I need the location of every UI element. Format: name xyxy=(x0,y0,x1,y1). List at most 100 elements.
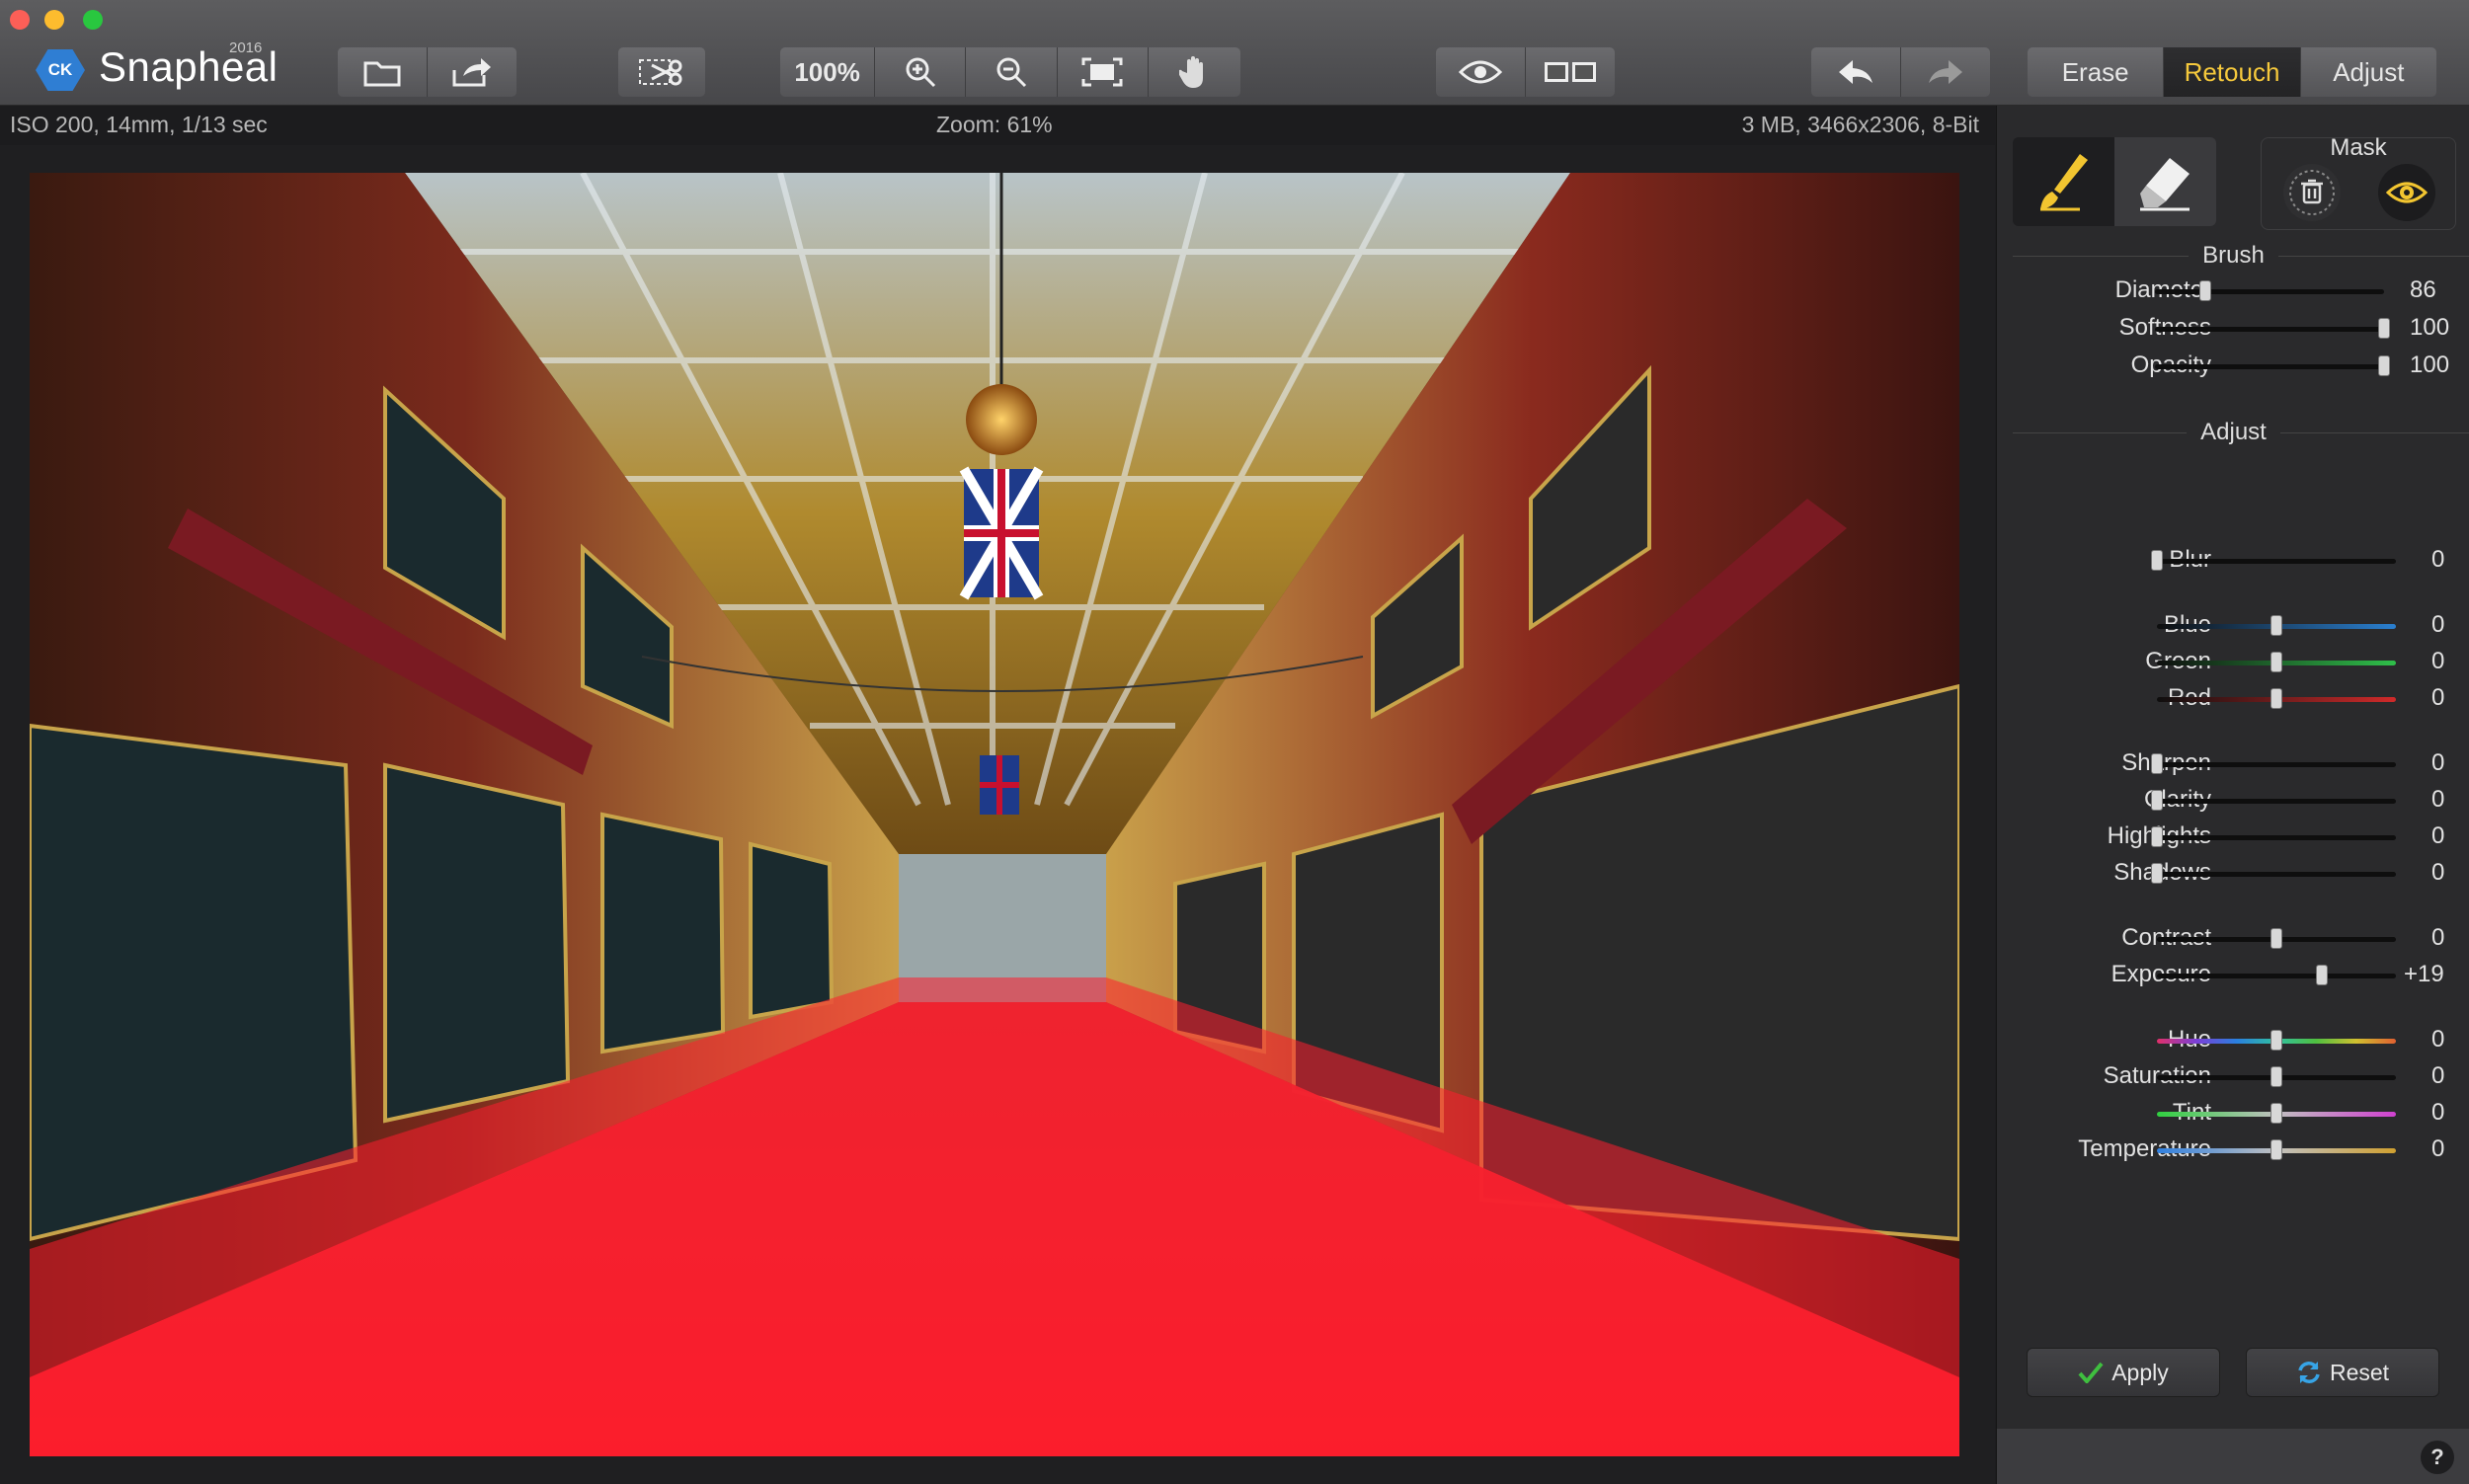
window-minimize-button[interactable] xyxy=(44,10,64,30)
app-year: 2016 xyxy=(229,39,263,56)
slider-value: 0 xyxy=(2431,749,2445,776)
opacity-slider[interactable] xyxy=(2155,364,2384,369)
arcade-photo xyxy=(30,173,1959,1456)
slider-thumb[interactable] xyxy=(2378,355,2390,376)
refresh-icon xyxy=(2298,1362,2320,1383)
pan-hand-button[interactable] xyxy=(1148,47,1240,97)
slider-thumb[interactable] xyxy=(2270,652,2282,672)
slider-thumb[interactable] xyxy=(2270,928,2282,949)
tab-erase[interactable]: Erase xyxy=(2028,47,2165,97)
zoom-out-icon xyxy=(996,57,1027,88)
slider-row-temperature: Temperature 0 xyxy=(1997,1135,2469,1165)
crop-button[interactable] xyxy=(618,47,705,97)
slider-value: 86 xyxy=(2410,276,2436,303)
slider-row-tint: Tint0 xyxy=(1997,1099,2469,1129)
split-view-button[interactable] xyxy=(1525,47,1615,97)
adjust-section-title: Adjust xyxy=(1997,419,2469,446)
sharpen-slider[interactable] xyxy=(2157,762,2396,767)
share-icon xyxy=(452,58,491,87)
slider-row-saturation: Saturation0 xyxy=(1997,1062,2469,1092)
slider-value: 0 xyxy=(2431,859,2445,886)
slider-thumb[interactable] xyxy=(2270,688,2282,709)
exposure-slider[interactable] xyxy=(2157,974,2396,978)
share-button[interactable] xyxy=(427,47,517,97)
fit-to-window-button[interactable] xyxy=(1057,47,1149,97)
slider-value: 0 xyxy=(2431,786,2445,813)
canvas-area xyxy=(0,145,1995,1484)
brush-title-text: Brush xyxy=(2189,242,2278,269)
slider-thumb[interactable] xyxy=(2378,318,2390,339)
slider-thumb[interactable] xyxy=(2270,615,2282,636)
clarity-slider[interactable] xyxy=(2157,799,2396,804)
redo-button[interactable] xyxy=(1900,47,1990,97)
preview-original-button[interactable] xyxy=(1436,47,1526,97)
zoom-in-button[interactable] xyxy=(875,47,967,97)
clear-mask-button[interactable] xyxy=(2283,164,2341,221)
slider-value: 0 xyxy=(2431,611,2445,638)
tab-adjust[interactable]: Adjust xyxy=(2300,47,2436,97)
slider-thumb[interactable] xyxy=(2151,826,2163,847)
open-button[interactable] xyxy=(338,47,428,97)
zoom-100-button[interactable]: 100% xyxy=(780,47,876,97)
mode-tabs: Erase Retouch Adjust xyxy=(2028,47,2436,97)
apply-button[interactable]: Apply xyxy=(2027,1348,2220,1397)
slider-thumb[interactable] xyxy=(2315,965,2328,985)
slider-thumb[interactable] xyxy=(2270,1030,2282,1051)
slider-row-clarity: Clarity0 xyxy=(1997,786,2469,816)
highlights-slider[interactable] xyxy=(2157,835,2396,840)
reset-button[interactable]: Reset xyxy=(2246,1348,2439,1397)
softness-slider[interactable] xyxy=(2155,327,2384,332)
file-group xyxy=(338,47,517,97)
slider-value: 0 xyxy=(2431,1062,2445,1089)
crop-group xyxy=(618,47,705,97)
slider-thumb[interactable] xyxy=(2151,863,2163,884)
mask-eye-icon xyxy=(2386,182,2428,203)
brush-tool-button[interactable] xyxy=(2013,137,2114,226)
undo-button[interactable] xyxy=(1811,47,1901,97)
info-bar: ISO 200, 14mm, 1/13 sec Zoom: 61% 3 MB, … xyxy=(0,106,1995,145)
retouch-panel: Mask Brush Diameter86 Softness100 Opacity1… xyxy=(1996,106,2469,1484)
checkmark-icon xyxy=(2078,1362,2104,1383)
zoom-out-button[interactable] xyxy=(966,47,1058,97)
brush-section-title: Brush xyxy=(1997,242,2469,270)
slider-thumb[interactable] xyxy=(2199,280,2212,301)
slider-thumb[interactable] xyxy=(2270,1066,2282,1087)
slider-thumb[interactable] xyxy=(2151,790,2163,811)
slider-thumb[interactable] xyxy=(2270,1103,2282,1124)
shadows-slider[interactable] xyxy=(2157,872,2396,877)
diameter-slider[interactable] xyxy=(2155,289,2384,294)
window-close-button[interactable] xyxy=(10,10,30,30)
camera-info: ISO 200, 14mm, 1/13 sec xyxy=(10,112,268,137)
slider-value: 100 xyxy=(2410,314,2450,341)
zoom-readout: Zoom: 61% xyxy=(936,112,1053,137)
zoom-100-label: 100% xyxy=(794,56,860,87)
help-button[interactable]: ? xyxy=(2421,1441,2454,1474)
slider-thumb[interactable] xyxy=(2270,1139,2282,1160)
slider-thumb[interactable] xyxy=(2151,753,2163,774)
brush-icon xyxy=(2039,154,2088,211)
slider-thumb[interactable] xyxy=(2151,550,2163,571)
apply-label: Apply xyxy=(2111,1359,2169,1385)
mask-title: Mask xyxy=(2330,134,2387,161)
brush-tool-group xyxy=(2013,137,2216,226)
show-mask-button[interactable] xyxy=(2378,164,2435,221)
redo-arrow-icon xyxy=(1928,60,1962,84)
mask-group: Mask xyxy=(2261,134,2456,230)
slider-row-exposure: Exposure+19 xyxy=(1997,961,2469,990)
trash-icon xyxy=(2289,170,2335,215)
slider-row-diameter: Diameter86 xyxy=(1997,276,2469,306)
slider-row-contrast: Contrast0 xyxy=(1997,924,2469,954)
slider-value: 0 xyxy=(2431,1099,2445,1126)
window-maximize-button[interactable] xyxy=(83,10,103,30)
compare-icon xyxy=(1544,62,1596,82)
eraser-tool-button[interactable] xyxy=(2114,137,2216,226)
photo-canvas[interactable] xyxy=(30,173,1959,1456)
tab-retouch[interactable]: Retouch xyxy=(2164,47,2301,97)
eraser-icon xyxy=(2139,158,2190,211)
slider-value: 0 xyxy=(2431,546,2445,573)
view-group xyxy=(1436,47,1615,97)
hand-icon xyxy=(1179,56,1204,88)
folder-icon xyxy=(363,61,401,87)
blur-slider[interactable] xyxy=(2157,559,2396,564)
slider-value: 0 xyxy=(2431,648,2445,674)
